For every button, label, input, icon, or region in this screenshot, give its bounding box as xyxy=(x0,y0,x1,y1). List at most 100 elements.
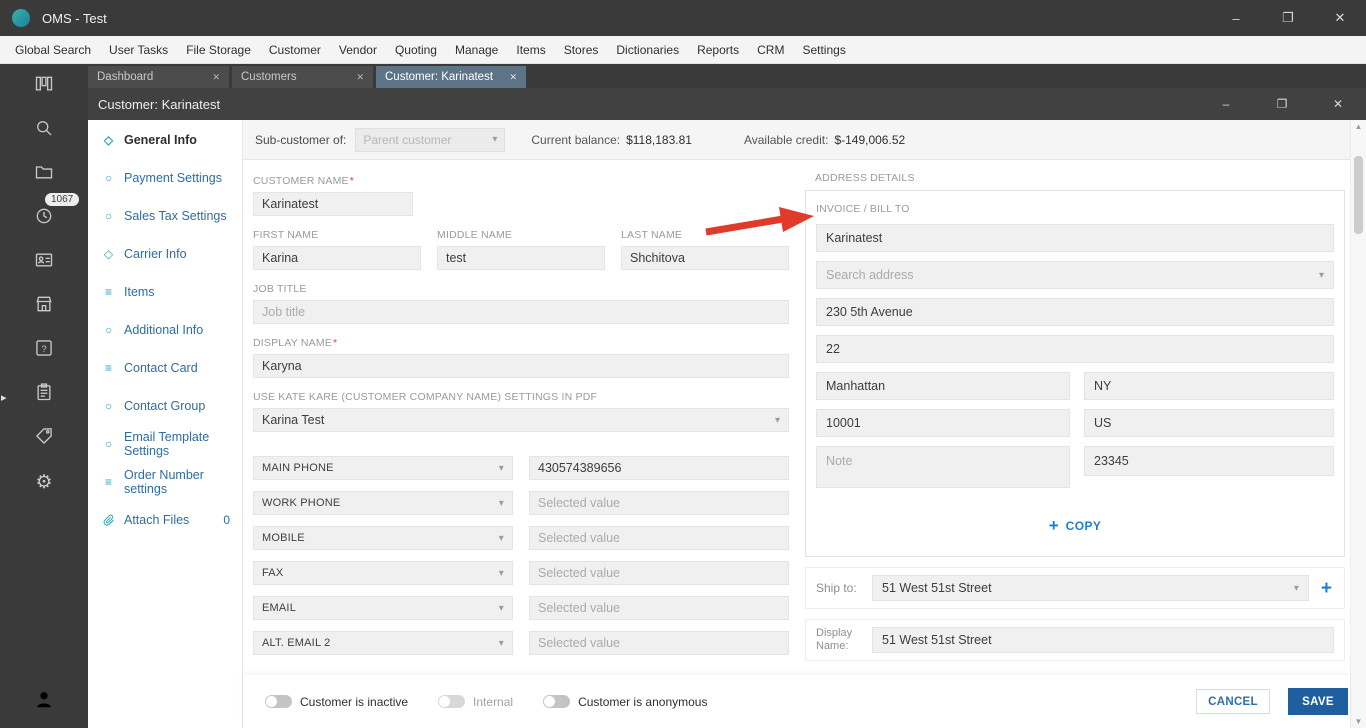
sidebar-stores-button[interactable] xyxy=(0,284,88,328)
note-input[interactable]: Note xyxy=(816,446,1070,488)
display-name-input[interactable]: Karyna xyxy=(253,354,789,378)
menu-file-storage[interactable]: File Storage xyxy=(177,43,260,57)
invoice-name-input[interactable]: Karinatest xyxy=(816,224,1334,252)
sidebar-help-button[interactable]: ? xyxy=(0,328,88,372)
sidebar-user-button[interactable] xyxy=(0,674,88,728)
minimize-button[interactable]: – xyxy=(1210,0,1262,36)
chevron-down-icon: ▾ xyxy=(774,414,780,426)
save-button[interactable]: SAVE xyxy=(1288,688,1348,715)
first-name-input[interactable]: Karina xyxy=(253,246,421,270)
sidebar-dashboard-button[interactable] xyxy=(0,64,88,108)
sidebar-tasks-button[interactable] xyxy=(0,372,88,416)
tab-customers[interactable]: Customers ✕ xyxy=(232,66,373,88)
cancel-button[interactable]: CANCEL xyxy=(1196,689,1270,714)
circle-icon: ○ xyxy=(104,171,113,185)
city-input[interactable]: Manhattan xyxy=(816,372,1070,400)
email-input[interactable]: Selected value xyxy=(529,596,789,620)
nav-order-number-settings[interactable]: ≡ Order Number settings xyxy=(88,463,242,501)
chevron-down-icon: ▾ xyxy=(498,602,504,614)
fax-type-dropdown[interactable]: FAX ▾ xyxy=(253,561,513,585)
maximize-button[interactable]: ❐ xyxy=(1262,0,1314,36)
phone-row: FAX ▾ Selected value xyxy=(253,561,789,585)
inner-close-button[interactable]: ✕ xyxy=(1310,88,1366,120)
sidebar-contacts-button[interactable] xyxy=(0,240,88,284)
menu-settings[interactable]: Settings xyxy=(793,43,854,57)
nav-contact-group[interactable]: ○ Contact Group xyxy=(88,387,242,425)
work-phone-input[interactable]: Selected value xyxy=(529,491,789,515)
nav-sales-tax-settings[interactable]: ○ Sales Tax Settings xyxy=(88,197,242,235)
menu-quoting[interactable]: Quoting xyxy=(386,43,446,57)
customer-name-input[interactable]: Karinatest xyxy=(253,192,413,216)
inner-restore-button[interactable]: ❐ xyxy=(1254,88,1310,120)
sidebar-tags-button[interactable] xyxy=(0,416,88,460)
main-phone-input[interactable]: 430574389656 xyxy=(529,456,789,480)
state-input[interactable]: NY xyxy=(1084,372,1334,400)
menu-stores[interactable]: Stores xyxy=(555,43,608,57)
customer-window: Customer: Karinatest – ❐ ✕ ◇ General Inf… xyxy=(88,88,1366,728)
extra-code-input[interactable]: 23345 xyxy=(1084,446,1334,476)
tab-dashboard[interactable]: Dashboard ✕ xyxy=(88,66,229,88)
tab-close-icon[interactable]: ✕ xyxy=(356,72,364,83)
sidebar-settings-button[interactable]: ⚙ xyxy=(0,460,88,504)
menu-global-search[interactable]: Global Search xyxy=(6,43,100,57)
work-phone-type-dropdown[interactable]: WORK PHONE ▾ xyxy=(253,491,513,515)
menu-vendor[interactable]: Vendor xyxy=(330,43,386,57)
inner-minimize-button[interactable]: – xyxy=(1198,88,1254,120)
add-ship-to-button[interactable]: + xyxy=(1319,579,1334,598)
nav-items[interactable]: ≡ Items xyxy=(88,273,242,311)
nav-attach-files[interactable]: Attach Files 0 xyxy=(88,501,242,539)
fax-input[interactable]: Selected value xyxy=(529,561,789,585)
job-title-input[interactable]: Job title xyxy=(253,300,789,324)
nav-payment-settings[interactable]: ○ Payment Settings xyxy=(88,159,242,197)
menu-user-tasks[interactable]: User Tasks xyxy=(100,43,177,57)
menu-dictionaries[interactable]: Dictionaries xyxy=(607,43,688,57)
alt-email-2-input[interactable]: Selected value xyxy=(529,631,789,655)
street-input[interactable]: 230 5th Avenue xyxy=(816,298,1334,326)
close-button[interactable]: ✕ xyxy=(1314,0,1366,36)
required-mark: * xyxy=(349,175,355,187)
email-type-dropdown[interactable]: EMAIL ▾ xyxy=(253,596,513,620)
vertical-scrollbar[interactable]: ▲ ▼ xyxy=(1350,120,1366,728)
ship-to-dropdown[interactable]: 51 West 51st Street ▾ xyxy=(872,575,1309,601)
menu-items[interactable]: Items xyxy=(507,43,554,57)
customer-inactive-toggle[interactable] xyxy=(265,695,292,708)
menu-reports[interactable]: Reports xyxy=(688,43,748,57)
alt-email-2-type-dropdown[interactable]: ALT. EMAIL 2 ▾ xyxy=(253,631,513,655)
tab-customer-karinatest[interactable]: Customer: Karinatest ✕ xyxy=(376,66,526,88)
sidebar-history-button[interactable]: 1067 xyxy=(0,193,88,240)
scroll-down-icon[interactable]: ▼ xyxy=(1351,717,1366,726)
tab-close-icon[interactable]: ✕ xyxy=(212,72,220,83)
last-name-input[interactable]: Shchitova xyxy=(621,246,789,270)
sidebar-expander-icon[interactable]: ▸ xyxy=(1,391,7,404)
menu-crm[interactable]: CRM xyxy=(748,43,793,57)
menu-manage[interactable]: Manage xyxy=(446,43,507,57)
customer-anonymous-toggle[interactable] xyxy=(543,695,571,708)
parent-customer-dropdown[interactable]: Parent customer ▾ xyxy=(355,127,506,152)
search-address-dropdown[interactable]: Search address ▾ xyxy=(816,261,1334,289)
mobile-input[interactable]: Selected value xyxy=(529,526,789,550)
scrollbar-thumb[interactable] xyxy=(1354,156,1363,234)
nav-email-template-settings[interactable]: ○ Email Template Settings xyxy=(88,425,242,463)
pdf-settings-dropdown[interactable]: Karina Test ▾ xyxy=(253,408,789,432)
middle-name-input[interactable]: test xyxy=(437,246,605,270)
ship-display-name-input[interactable]: 51 West 51st Street xyxy=(872,627,1334,654)
menu-customer[interactable]: Customer xyxy=(260,43,330,57)
zip-input[interactable]: 10001 xyxy=(816,409,1070,437)
internal-toggle[interactable] xyxy=(438,695,466,708)
nav-additional-info[interactable]: ○ Additional Info xyxy=(88,311,242,349)
mobile-type-dropdown[interactable]: MOBILE ▾ xyxy=(253,526,513,550)
copy-button[interactable]: + COPY xyxy=(816,497,1334,546)
tab-close-icon[interactable]: ✕ xyxy=(509,72,517,83)
nav-carrier-info[interactable]: ◇ Carrier Info xyxy=(88,235,242,273)
diamond-icon: ◇ xyxy=(103,247,114,261)
sidebar-folder-button[interactable] xyxy=(0,152,88,196)
apt-input[interactable]: 22 xyxy=(816,335,1334,363)
sidebar-search-button[interactable] xyxy=(0,108,88,152)
country-input[interactable]: US xyxy=(1084,409,1334,437)
nav-general-info[interactable]: ◇ General Info xyxy=(88,121,242,159)
nav-contact-card[interactable]: ≡ Contact Card xyxy=(88,349,242,387)
circle-icon: ○ xyxy=(104,209,113,223)
customer-inactive-label: Customer is inactive xyxy=(300,694,409,709)
scroll-up-icon[interactable]: ▲ xyxy=(1351,122,1366,131)
main-phone-type-dropdown[interactable]: MAIN PHONE ▾ xyxy=(253,456,513,480)
